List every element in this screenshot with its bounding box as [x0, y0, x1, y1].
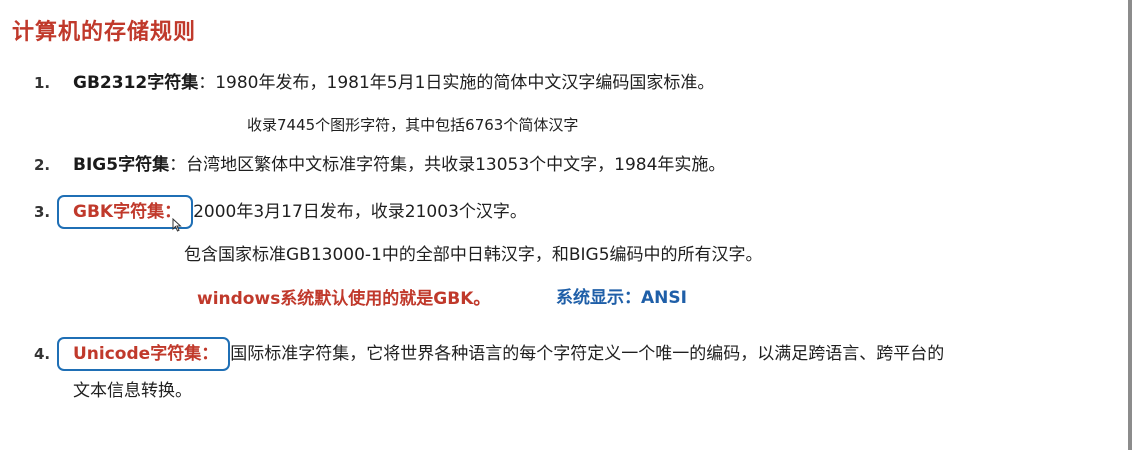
- note-windows-default: windows系统默认使用的就是GBK。: [197, 289, 491, 309]
- item-text: 1980年发布，1981年5月1日实施的简体中文汉字编码国家标准。: [215, 73, 715, 93]
- mouse-cursor-icon: [172, 218, 182, 232]
- slide-page: 计算机的存储规则 1. GB2312字符集：1980年发布，1981年5月1日实施…: [0, 0, 1132, 450]
- item-text: 台湾地区繁体中文标准字符集，共收录13053个中文字，1984年实施。: [186, 155, 726, 175]
- item-text: 2000年3月17日发布，收录21003个汉字。: [193, 202, 527, 222]
- list-item-unicode: 4. Unicode字符集： 国际标准字符集，它将世界各种语言的每个字符定义一个唯一…: [34, 337, 944, 371]
- item-subtext-gbk: 包含国家标准GB13000-1中的全部中日韩汉字，和BIG5编码中的所有汉字。: [184, 245, 763, 265]
- item-subtext-gb2312: 收录7445个图形字符，其中包括6763个简体汉字: [247, 116, 579, 134]
- item-label: GB2312字符集: [73, 73, 199, 93]
- list-item-gb2312: 1. GB2312字符集：1980年发布，1981年5月1日实施的简体中文汉字编码…: [34, 71, 714, 95]
- window-edge: [1128, 0, 1132, 450]
- list-item-big5: 2. BIG5字符集：台湾地区繁体中文标准字符集，共收录13053个中文字，198…: [34, 153, 725, 177]
- item-number: 1.: [34, 74, 51, 92]
- note-system-display: 系统显示：ANSI: [556, 288, 687, 308]
- item-label: Unicode字符集: [73, 344, 202, 364]
- highlight-box-unicode: Unicode字符集：: [57, 337, 231, 371]
- item-number: 2.: [34, 156, 51, 174]
- item-text: 国际标准字符集，它将世界各种语言的每个字符定义一个唯一的编码，以满足跨语言、跨平…: [230, 344, 945, 364]
- item-label: BIG5字符集: [73, 155, 170, 175]
- item-label: GBK字符集: [73, 202, 165, 222]
- item-colon: ：: [198, 73, 216, 93]
- page-title: 计算机的存储规则: [12, 20, 197, 45]
- item-colon: ：: [169, 155, 187, 175]
- item-continuation-unicode: 文本信息转换。: [73, 381, 192, 401]
- item-colon: ：: [201, 344, 219, 364]
- list-item-gbk: 3. GBK字符集： 2000年3月17日发布，收录21003个汉字。: [34, 195, 527, 229]
